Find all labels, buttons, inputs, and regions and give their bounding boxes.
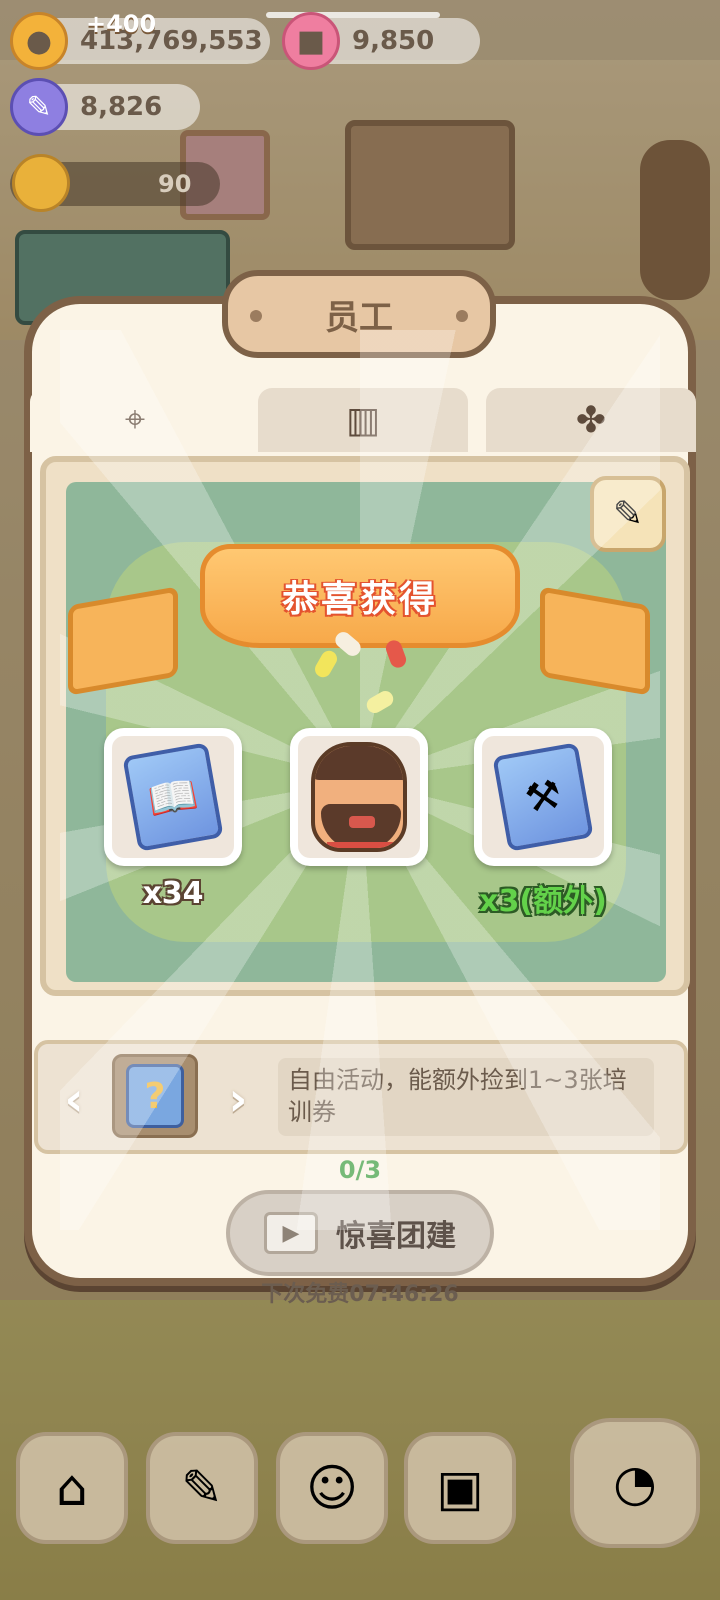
reward-item-training-tool[interactable]: ⚒ — [474, 728, 612, 866]
training-book-card-icon: 📖 — [122, 742, 224, 852]
chevron-left-icon[interactable]: ‹ — [50, 1070, 98, 1128]
level-indicator[interactable]: 90 — [10, 154, 220, 212]
reward-banner-text: 恭喜获得 — [281, 579, 438, 620]
tab-book[interactable]: ▥ — [258, 388, 468, 452]
coins-counter[interactable]: ● 413,769,553 +400 — [10, 10, 270, 70]
title-rivet-right — [456, 310, 468, 322]
character-clock-icon: ◔ — [613, 1454, 657, 1512]
coins-gain-popup: +400 — [86, 10, 157, 38]
book-icon: ▥ — [345, 399, 380, 441]
level-value: 90 — [158, 170, 192, 198]
notebook-icon: ✎ — [181, 1459, 223, 1517]
nav-notebook[interactable]: ✎ — [146, 1432, 258, 1544]
feather-icon: ✎ — [10, 78, 68, 136]
video-icon: ▶ — [264, 1212, 318, 1254]
panel-title: 员工 — [222, 270, 496, 358]
reward-item-staff[interactable] — [290, 728, 428, 866]
feathers-value: 8,826 — [80, 92, 163, 122]
training-tool-card-icon: ⚒ — [492, 742, 594, 852]
map-pin-icon: ⌖ — [124, 399, 146, 440]
reward-extra-label: x3(额外) — [479, 884, 607, 919]
gems-value: 9,850 — [352, 26, 435, 56]
clover-icon: ✤ — [575, 399, 607, 441]
gems-counter[interactable]: ■ 9,850 — [282, 12, 480, 70]
question-card-icon: ? — [126, 1064, 184, 1128]
gem-jar-icon: ■ — [282, 12, 340, 70]
feathers-counter[interactable]: ✎ 8,826 — [10, 78, 200, 136]
staff-bearded-man-icon — [311, 742, 407, 852]
mushroom-house-icon: ⌂ — [56, 1459, 88, 1517]
panel-title-text: 员工 — [325, 297, 393, 338]
shop-bag-icon: ▣ — [436, 1459, 484, 1517]
map-edit-icon[interactable]: ✎ — [590, 476, 666, 552]
staff-avatar-icon: ☺ — [305, 1459, 359, 1517]
sun-icon — [12, 154, 70, 212]
tab-map[interactable]: ⌖ — [30, 388, 240, 452]
nav-character[interactable]: ◔ — [570, 1418, 700, 1548]
activity-description: 自由活动，能额外捡到1~3张培训券 — [278, 1058, 654, 1136]
reward-count-label: x34 — [142, 876, 204, 911]
surprise-team-button[interactable]: ▶ 惊喜团建 — [226, 1190, 494, 1276]
tab-clover[interactable]: ✤ — [486, 388, 696, 452]
ribbon-tail-right — [540, 586, 650, 696]
reward-banner: 恭喜获得 — [200, 544, 520, 648]
activity-progress: 0/3 — [338, 1156, 382, 1184]
nav-mushroom-house[interactable]: ⌂ — [16, 1432, 128, 1544]
next-free-timer: 下次免费07:46:26 — [261, 1282, 459, 1307]
mystery-card[interactable]: ? — [112, 1054, 198, 1138]
coin-icon: ● — [10, 12, 68, 70]
title-rivet-left — [250, 310, 262, 322]
reward-item-training-book[interactable]: 📖 — [104, 728, 242, 866]
team-button-label: 惊喜团建 — [336, 1219, 456, 1254]
nav-shop[interactable]: ▣ — [404, 1432, 516, 1544]
chevron-right-icon[interactable]: › — [214, 1070, 262, 1128]
nav-staff[interactable]: ☺ — [276, 1432, 388, 1544]
